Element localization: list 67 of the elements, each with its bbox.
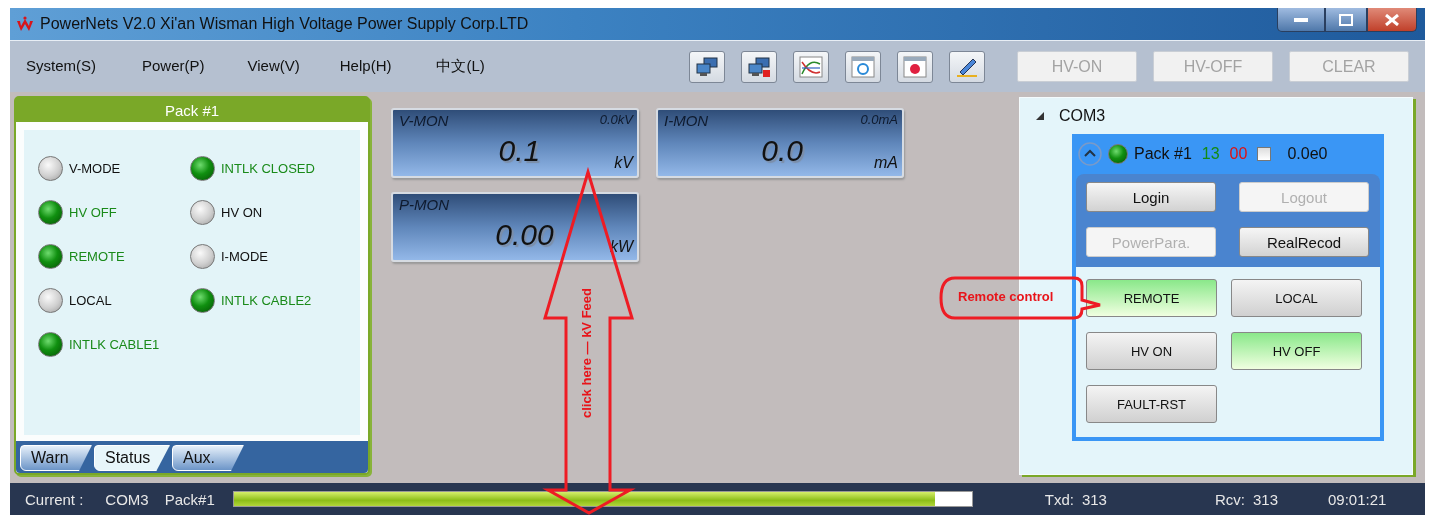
- status-label: Current :: [25, 490, 84, 508]
- status-pack: Pack#1: [164, 490, 215, 508]
- meter-value: 0.1: [497, 134, 541, 168]
- control-button[interactable]: REMOTE: [1086, 279, 1217, 317]
- window-title: PowerNets V2.0 Xi'an Wisman High Voltage Power Supply Corp.LTD: [40, 15, 530, 33]
- session-button[interactable]: Login: [1086, 182, 1216, 212]
- tab[interactable]: Status: [94, 445, 170, 471]
- expanded-triangle-icon[interactable]: [1036, 111, 1045, 121]
- meter-name: P-MON: [399, 196, 450, 214]
- indicator-label: INTLK CABLE1: [69, 336, 160, 352]
- toolbar-button[interactable]: [949, 50, 985, 83]
- pack-reading: 0.0e0: [1287, 145, 1328, 163]
- close-icon: [1385, 13, 1399, 26]
- control-button[interactable]: HV OFF: [1231, 332, 1362, 370]
- menu-item[interactable]: Power(P): [142, 57, 205, 76]
- control-button[interactable]: FAULT-RST: [1086, 385, 1217, 423]
- close-button[interactable]: [1367, 8, 1417, 32]
- indicator-label: I-MODE: [221, 248, 268, 264]
- status-port: COM3: [105, 490, 149, 508]
- annotation-text: click here — kV Feed: [579, 288, 594, 419]
- session-button[interactable]: RealRecod: [1239, 227, 1369, 257]
- tree-node-label[interactable]: COM3: [1059, 107, 1106, 125]
- rcv-count: 313: [1252, 490, 1278, 508]
- monitors-x-icon: [747, 55, 771, 78]
- indicator-label: LOCAL: [69, 292, 112, 308]
- tab[interactable]: Aux.: [172, 445, 244, 471]
- menu-item[interactable]: 中文(L): [436, 57, 485, 76]
- monitors-icon: [695, 55, 719, 78]
- meter-name: V-MON: [399, 112, 450, 130]
- minimize-button[interactable]: [1277, 8, 1325, 32]
- meter-value: 0.00: [494, 218, 554, 252]
- control-button[interactable]: LOCAL: [1231, 279, 1362, 317]
- chart-icon: [799, 55, 823, 78]
- maximize-icon: [1339, 13, 1353, 26]
- indicator-label: INTLK CLOSED: [221, 160, 315, 176]
- meter-value: 0.0: [760, 134, 804, 168]
- indicator-label: REMOTE: [69, 248, 125, 264]
- meter-unit: kV: [613, 154, 633, 172]
- meter-name: I-MON: [664, 112, 710, 130]
- menu-item[interactable]: Help(H): [339, 57, 392, 76]
- toolbar-button[interactable]: [689, 50, 725, 83]
- callout-text: Remote control: [958, 289, 1054, 304]
- checkbox[interactable]: [1257, 147, 1272, 161]
- toolbar-button[interactable]: [741, 50, 777, 83]
- ok-count: 13: [1201, 145, 1220, 163]
- error-count: 00: [1229, 145, 1248, 163]
- control-button[interactable]: HV ON: [1086, 332, 1217, 370]
- minimize-icon: [1294, 17, 1308, 22]
- txd-label: Txd:: [1044, 490, 1074, 508]
- txd-count: 313: [1081, 490, 1107, 508]
- rcv-label: Rcv:: [1214, 490, 1245, 508]
- collapse-icon[interactable]: [1078, 142, 1102, 166]
- maximize-button[interactable]: [1325, 8, 1367, 32]
- meter-reading: 0.0mA: [860, 112, 898, 129]
- indicator-label: HV OFF: [69, 204, 117, 220]
- menu-item[interactable]: View(V): [247, 57, 300, 76]
- logo-icon: [16, 16, 34, 32]
- indicator-label: HV ON: [221, 204, 263, 220]
- pack-name: Pack #1: [1134, 145, 1192, 163]
- tab[interactable]: Warn: [20, 445, 92, 471]
- clock: 09:01:21: [1328, 490, 1387, 508]
- meter-unit: mA: [873, 154, 898, 172]
- indicator-label: INTLK CABLE2: [221, 292, 312, 308]
- panel-title: Pack #1: [16, 98, 368, 122]
- menu-item[interactable]: System(S): [26, 57, 96, 76]
- indicator-label: V-MODE: [69, 160, 121, 176]
- meter-reading: 0.0kV: [599, 112, 633, 129]
